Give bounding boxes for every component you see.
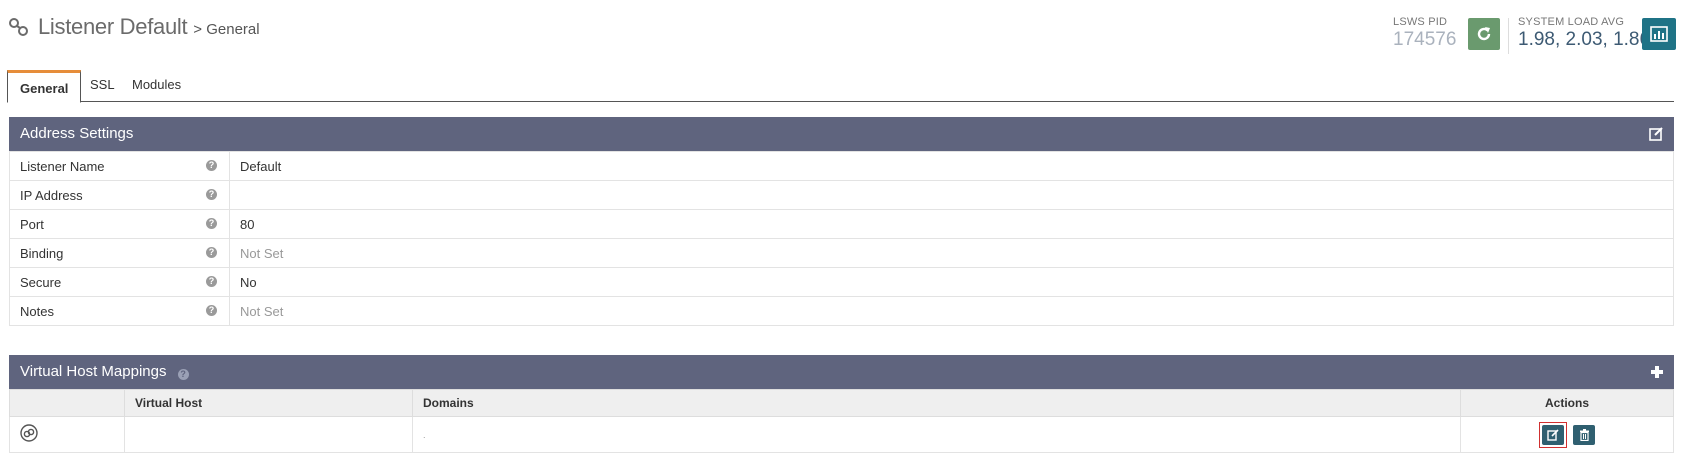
lsws-pid-stat: LSWS PID 174576 xyxy=(1393,16,1456,51)
help-icon[interactable]: ? xyxy=(206,305,217,316)
table-row: Binding ? Not Set xyxy=(9,238,1674,268)
table-row: Listener Name ? Default xyxy=(9,151,1674,181)
load-chart-button[interactable] xyxy=(1642,18,1676,50)
link-icon xyxy=(9,18,28,36)
tab-general[interactable]: General xyxy=(7,70,82,103)
domains-cell: . xyxy=(412,416,1461,453)
field-label: IP Address ? xyxy=(9,180,230,210)
actions-cell xyxy=(1460,416,1674,453)
reload-button[interactable] xyxy=(1468,18,1500,50)
field-label: Port ? xyxy=(9,209,230,239)
help-icon[interactable]: ? xyxy=(206,247,217,258)
vhost-mappings-table: Virtual Host Domains Actions . xyxy=(9,389,1674,453)
address-settings-header: Address Settings xyxy=(9,117,1674,151)
virtual-host-cell xyxy=(124,416,413,453)
breadcrumb: > General xyxy=(193,21,260,38)
vhost-mappings-header: Virtual Host Mappings ? xyxy=(9,355,1674,389)
link-circle-icon xyxy=(20,424,38,442)
table-row: Port ? 80 xyxy=(9,209,1674,239)
edit-icon xyxy=(1547,428,1559,441)
field-label: Listener Name ? xyxy=(9,151,230,181)
bar-chart-icon xyxy=(1650,26,1668,42)
trash-icon xyxy=(1579,428,1589,441)
field-label: Secure ? xyxy=(9,267,230,297)
load-label: SYSTEM LOAD AVG xyxy=(1518,16,1625,28)
help-icon[interactable]: ? xyxy=(206,276,217,287)
table-row: IP Address ? xyxy=(9,180,1674,210)
column-header-actions: Actions xyxy=(1460,389,1674,417)
load-value: 1.98, 2.03, 1.86 xyxy=(1518,29,1651,50)
field-label: Binding ? xyxy=(9,238,230,268)
field-value: No xyxy=(229,267,1674,297)
page-title-group: Listener Default > General xyxy=(8,14,260,40)
refresh-icon xyxy=(1477,27,1491,41)
page-header: Listener Default > General LSWS PID 1745… xyxy=(8,10,1676,60)
add-icon[interactable] xyxy=(1650,365,1664,379)
table-row: Notes ? Not Set xyxy=(9,296,1674,326)
help-icon[interactable]: ? xyxy=(206,218,217,229)
table-row: Secure ? No xyxy=(9,267,1674,297)
table-header-row: Virtual Host Domains Actions xyxy=(9,389,1674,417)
page-title: Listener Default xyxy=(38,14,188,39)
system-load-stat: SYSTEM LOAD AVG 1.98, 2.03, 1.86 xyxy=(1518,16,1650,51)
field-value xyxy=(229,180,1674,210)
row-icon-cell xyxy=(9,416,125,453)
field-value: Not Set xyxy=(229,296,1674,326)
address-settings-title: Address Settings xyxy=(20,125,134,142)
field-value: Default xyxy=(229,151,1674,181)
pid-value: 174576 xyxy=(1393,29,1457,50)
help-icon[interactable]: ? xyxy=(177,369,189,380)
column-header-icon xyxy=(9,389,125,417)
help-icon[interactable]: ? xyxy=(206,160,217,171)
field-value: 80 xyxy=(229,209,1674,239)
tab-modules[interactable]: Modules xyxy=(120,70,193,102)
column-header-virtual-host: Virtual Host xyxy=(124,389,413,417)
pid-label: LSWS PID xyxy=(1393,16,1448,28)
vhost-mappings-title: Virtual Host Mappings xyxy=(20,363,167,380)
tab-bar: General SSL Modules xyxy=(7,70,1674,103)
table-row: . xyxy=(9,416,1674,453)
help-icon[interactable]: ? xyxy=(206,189,217,200)
selected-action-outline xyxy=(1538,421,1567,448)
edit-mapping-button[interactable] xyxy=(1541,424,1564,445)
field-value: Not Set xyxy=(229,238,1674,268)
address-settings-table: Listener Name ? Default IP Address ? Por… xyxy=(9,151,1674,326)
field-label: Notes ? xyxy=(9,296,230,326)
delete-mapping-button[interactable] xyxy=(1573,424,1596,445)
edit-icon[interactable] xyxy=(1649,127,1664,141)
column-header-domains: Domains xyxy=(412,389,1461,417)
header-divider xyxy=(1508,18,1509,54)
